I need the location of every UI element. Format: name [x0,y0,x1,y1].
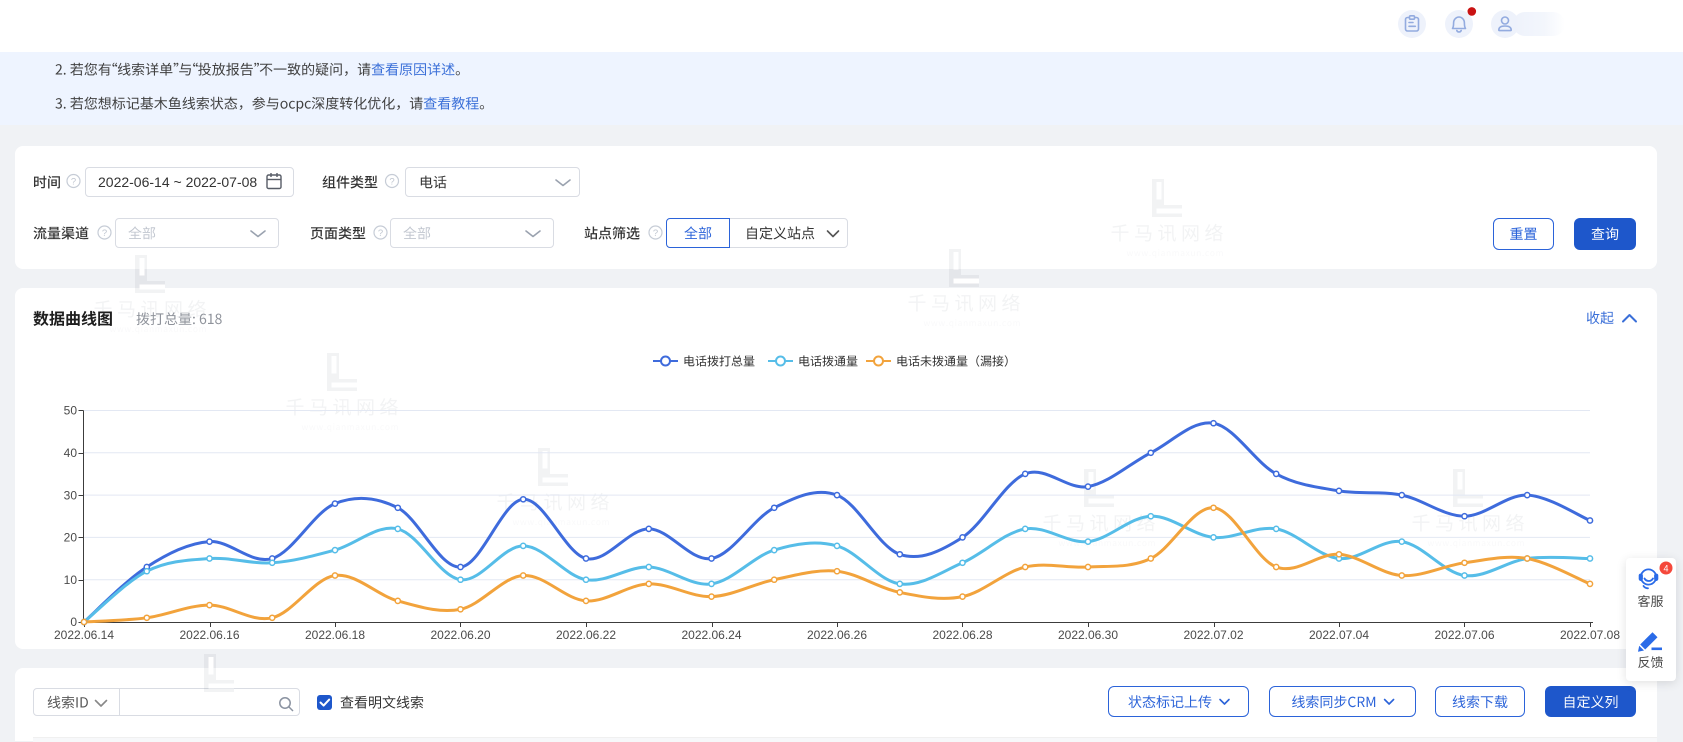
svg-text:2022.06.26: 2022.06.26 [807,628,867,642]
svg-text:2022.07.02: 2022.07.02 [1183,628,1243,642]
svg-text:2022.06.22: 2022.06.22 [556,628,616,642]
svg-text:2022.07.06: 2022.07.06 [1434,628,1494,642]
svg-text:50: 50 [64,404,78,418]
svg-text:20: 20 [64,531,78,545]
svg-text:2022.06.18: 2022.06.18 [305,628,365,642]
svg-text:2022.07.04: 2022.07.04 [1309,628,1369,642]
svg-text:2022.07.08: 2022.07.08 [1560,628,1620,642]
svg-text:?: ? [71,177,76,188]
svg-text:?: ? [102,228,107,239]
svg-text:2022.06.20: 2022.06.20 [430,628,490,642]
svg-text:?: ? [653,228,658,239]
svg-text:2022.06.14: 2022.06.14 [54,628,114,642]
svg-text:2022.06.24: 2022.06.24 [681,628,741,642]
svg-text:4: 4 [1663,563,1668,573]
svg-text:0: 0 [70,615,77,629]
svg-text:30: 30 [64,488,78,502]
svg-text:?: ? [389,177,394,188]
svg-text:2022.06.28: 2022.06.28 [932,628,992,642]
svg-text:2022.06.30: 2022.06.30 [1058,628,1118,642]
svg-text:2022.06.16: 2022.06.16 [179,628,239,642]
svg-text:2022-06-14 ~ 2022-07-08: 2022-06-14 ~ 2022-07-08 [98,174,257,190]
svg-text:?: ? [378,228,383,239]
svg-text:10: 10 [64,573,78,587]
svg-text:40: 40 [64,446,78,460]
